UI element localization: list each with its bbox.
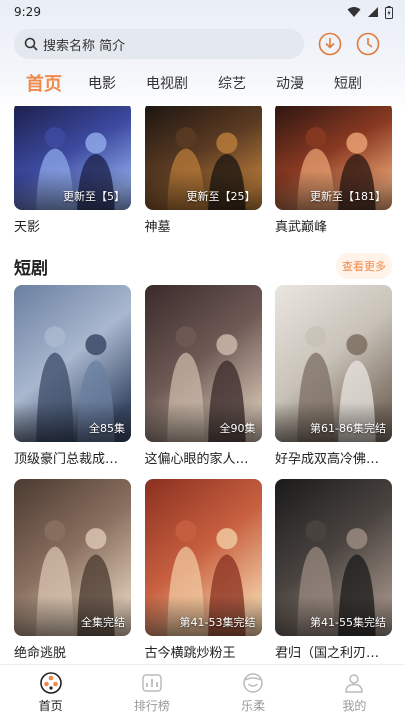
smile-icon [243, 673, 263, 693]
home-film-reel-icon [39, 672, 62, 694]
section-title: 短剧 [14, 258, 48, 279]
episode-badge: 全85集 [89, 422, 125, 435]
nav-fun[interactable]: 乐柔 [213, 671, 293, 714]
video-card[interactable]: 全85集 顶级豪门总裁成… [14, 285, 131, 467]
episode-badge: 第61-86集完结 [310, 422, 386, 435]
card-title: 古今横跳炒粉王 [144, 646, 236, 661]
main-content: 更新至【5】 天影 更新至【25】 神墓 更新至【181】 真武巅峰 短剧 查看… [0, 106, 405, 664]
tab-home[interactable]: 首页 [26, 70, 62, 96]
episode-badge: 第41-53集完结 [179, 616, 256, 629]
update-badge: 更新至【25】 [186, 190, 256, 203]
figure-head [215, 334, 237, 356]
see-more-button[interactable]: 查看更多 [336, 253, 392, 279]
video-card[interactable]: 第61-86集完结 好孕成双高冷佛… [275, 285, 392, 467]
card-title: 神墓 [144, 220, 171, 235]
video-card[interactable]: 全集完结 绝命逃脱 [14, 479, 131, 661]
bottom-nav: 首页 排行榜 乐柔 我的 [0, 664, 405, 720]
episode-badge: 第41-55集完结 [310, 616, 386, 629]
card-title: 绝命逃脱 [14, 646, 67, 661]
profile-user-icon [345, 674, 364, 693]
search-placeholder: 搜索名称 简介 [43, 38, 126, 54]
search-icon [24, 37, 38, 51]
poster: 更新至【181】 [275, 106, 392, 210]
card-title: 这偏心眼的家人… [144, 452, 249, 467]
history-button[interactable] [356, 32, 380, 56]
poster: 第61-86集完结 [275, 285, 392, 442]
tab-tv[interactable]: 电视剧 [146, 73, 188, 93]
video-card[interactable]: 第41-53集完结 古今横跳炒粉王 [144, 479, 262, 661]
figure-head [44, 127, 66, 149]
figure-head [346, 132, 368, 154]
tab-anime[interactable]: 动漫 [276, 73, 304, 93]
figure-head [85, 334, 107, 356]
status-time: 9:29 [14, 5, 41, 19]
tab-movie[interactable]: 电影 [88, 73, 116, 93]
figure-head [174, 127, 196, 149]
figure-head [305, 127, 327, 149]
status-icons [347, 5, 393, 19]
card-title: 好孕成双高冷佛… [275, 452, 380, 467]
figure-head [85, 528, 107, 550]
figure-head [305, 520, 327, 542]
episode-badge: 全集完结 [81, 616, 125, 629]
history-clock-icon [356, 32, 380, 56]
video-card[interactable]: 更新至【181】 真武巅峰 [275, 106, 392, 235]
nav-label: 首页 [38, 699, 63, 713]
status-bar: 9:29 [0, 0, 405, 24]
poster: 第41-55集完结 [275, 479, 392, 636]
figure-head [215, 132, 237, 154]
figure-head [44, 326, 66, 348]
tab-short-drama[interactable]: 短剧 [334, 73, 362, 93]
card-title: 真武巅峰 [275, 220, 328, 235]
nav-ranking[interactable]: 排行榜 [112, 671, 192, 714]
tab-variety[interactable]: 综艺 [218, 73, 246, 93]
nav-home[interactable]: 首页 [11, 671, 91, 714]
video-card[interactable]: 第41-55集完结 君归（国之利刃… [275, 479, 392, 661]
short-drama-row: 全85集 顶级豪门总裁成… 全90集 这偏心眼的家人… 第61-86集完结 好孕… [14, 285, 392, 467]
wifi-icon [347, 7, 361, 17]
video-card[interactable]: 更新至【25】 神墓 [144, 106, 262, 235]
figure-head [305, 326, 327, 348]
poster: 第41-53集完结 [144, 479, 262, 636]
category-tabs: 首页 电影 电视剧 综艺 动漫 短剧 [0, 66, 405, 100]
figure-head [85, 132, 107, 154]
download-button[interactable] [318, 32, 342, 56]
signal-icon [368, 7, 378, 17]
figure-head [44, 520, 66, 542]
poster: 全85集 [14, 285, 131, 442]
poster: 全集完结 [14, 479, 131, 636]
figure-head [174, 326, 196, 348]
update-badge: 更新至【181】 [310, 190, 386, 203]
nav-profile[interactable]: 我的 [314, 671, 394, 714]
nav-label: 我的 [342, 699, 367, 713]
episode-badge: 全90集 [219, 422, 256, 435]
card-title: 天影 [14, 220, 41, 235]
figure-head [174, 520, 196, 542]
figure-head [346, 528, 368, 550]
poster: 更新至【5】 [14, 106, 131, 210]
download-icon [318, 32, 342, 56]
poster: 更新至【25】 [144, 106, 262, 210]
figure-head [346, 334, 368, 356]
update-badge: 更新至【5】 [63, 190, 125, 203]
search-input[interactable]: 搜索名称 简介 [14, 29, 304, 59]
card-title: 顶级豪门总裁成… [14, 452, 119, 467]
figure-head [215, 528, 237, 550]
card-title: 君归（国之利刃… [275, 646, 380, 661]
search-row: 搜索名称 简介 [14, 28, 392, 60]
anime-row: 更新至【5】 天影 更新至【25】 神墓 更新至【181】 真武巅峰 [14, 106, 392, 235]
video-card[interactable]: 更新至【5】 天影 [14, 106, 131, 235]
nav-label: 乐柔 [241, 699, 266, 713]
short-drama-row: 全集完结 绝命逃脱 第41-53集完结 古今横跳炒粉王 第41-55集完结 君归… [14, 479, 392, 661]
nav-label: 排行榜 [133, 699, 170, 713]
poster: 全90集 [144, 285, 262, 442]
section-header: 短剧 查看更多 [14, 251, 392, 281]
ranking-chart-icon [142, 674, 162, 692]
video-card[interactable]: 全90集 这偏心眼的家人… [144, 285, 262, 467]
battery-icon [385, 5, 393, 19]
